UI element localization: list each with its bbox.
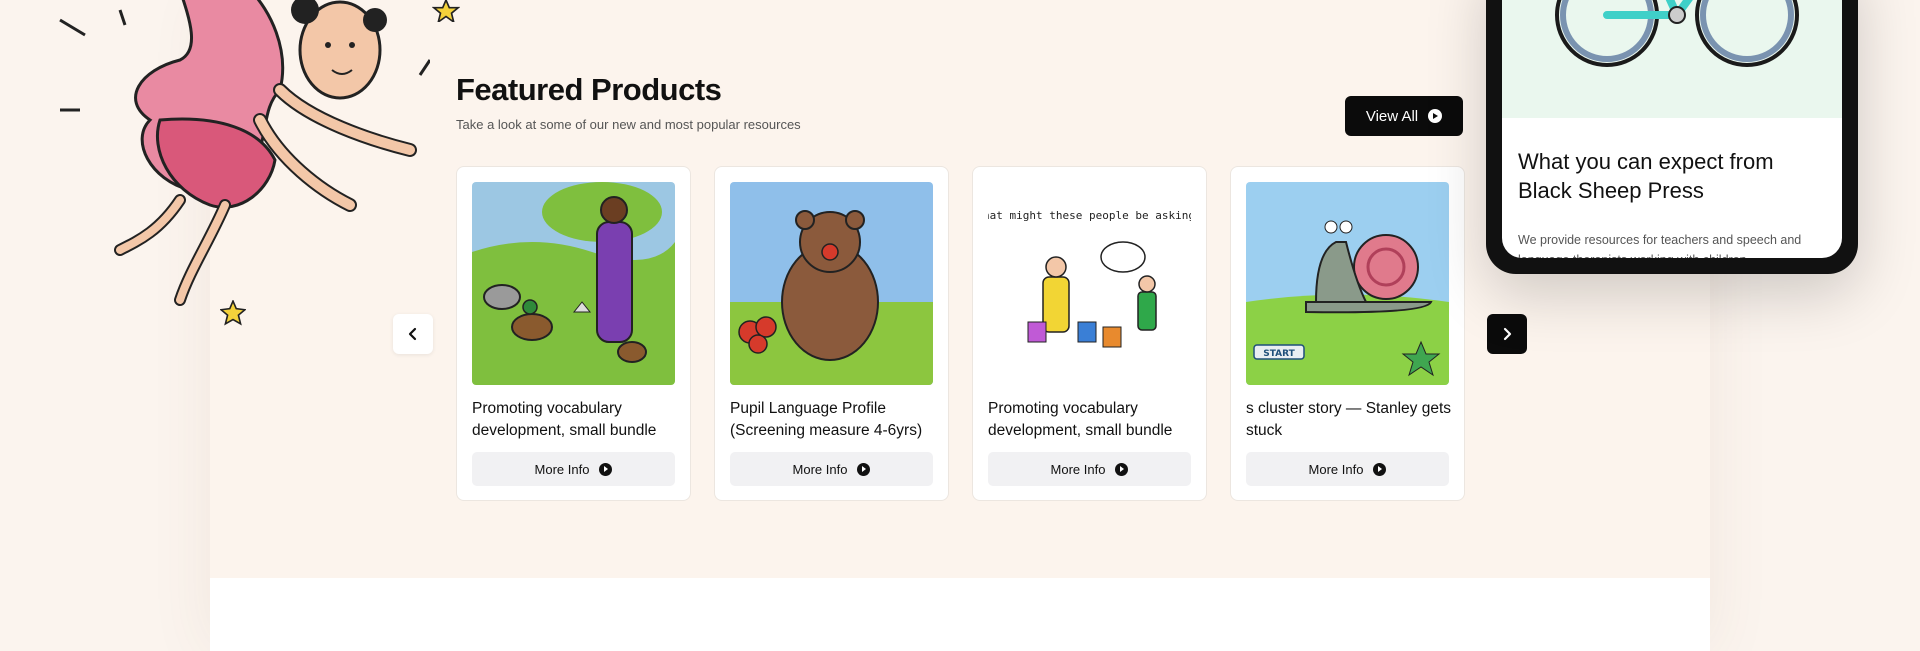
product-image: START [1246, 182, 1449, 385]
carousel-next-button[interactable] [1487, 314, 1527, 354]
start-sign: START [1263, 349, 1295, 359]
product-image [472, 182, 675, 385]
carousel-prev-button[interactable] [393, 314, 433, 354]
more-info-label: More Info [534, 461, 590, 477]
bicycle-illustration [1502, 0, 1842, 118]
star-icon [220, 300, 246, 326]
chevron-right-icon [1503, 327, 1512, 341]
product-title: Promoting vocabulary development, small … [472, 400, 657, 439]
footer-strip [210, 578, 1710, 651]
more-info-button[interactable]: More Info [988, 452, 1191, 486]
product-card[interactable]: START s cluster story — Stanley gets stu… [1230, 166, 1465, 501]
content-panel [210, 0, 1710, 651]
product-card[interactable]: Promoting vocabulary development, small … [456, 166, 691, 501]
product-title: Pupil Language Profile (Screening measur… [730, 400, 923, 439]
arrow-circle-right-icon [599, 462, 613, 476]
chevron-left-icon [408, 327, 417, 341]
product-title: Promoting vocabulary development, small … [988, 400, 1173, 439]
product-card[interactable]: Pupil Language Profile (Screening measur… [714, 166, 949, 501]
arrow-circle-right-icon [1115, 462, 1129, 476]
more-info-button[interactable]: More Info [472, 452, 675, 486]
phone-heading: What you can expect from Black Sheep Pre… [1518, 149, 1774, 203]
section-title: Featured Products [456, 72, 722, 107]
product-image: What might these people be asking? [988, 182, 1191, 385]
view-all-label: View All [1365, 107, 1419, 125]
image-caption: What might these people be asking? [988, 209, 1191, 222]
product-card[interactable]: What might these people be asking? Promo… [972, 166, 1207, 501]
more-info-label: More Info [1308, 461, 1364, 477]
product-title: s cluster story — Stanley gets stuck [1246, 400, 1452, 439]
phone-text: We provide resources for teachers and sp… [1518, 233, 1802, 258]
product-image [730, 182, 933, 385]
more-info-label: More Info [792, 461, 848, 477]
phone-screen: What you can expect from Black Sheep Pre… [1502, 0, 1842, 258]
arrow-circle-right-icon [857, 462, 871, 476]
phone-mockup: What you can expect from Black Sheep Pre… [1486, 0, 1858, 274]
star-icon [432, 0, 460, 22]
more-info-button[interactable]: More Info [1246, 452, 1449, 486]
more-info-label: More Info [1050, 461, 1106, 477]
fairy-illustration [59, 0, 430, 306]
arrow-circle-right-icon [1373, 462, 1387, 476]
arrow-circle-right-icon [1428, 109, 1443, 123]
section-subtitle: Take a look at some of our new and most … [456, 117, 801, 132]
more-info-button[interactable]: More Info [730, 452, 933, 486]
view-all-button[interactable]: View All [1345, 96, 1463, 136]
